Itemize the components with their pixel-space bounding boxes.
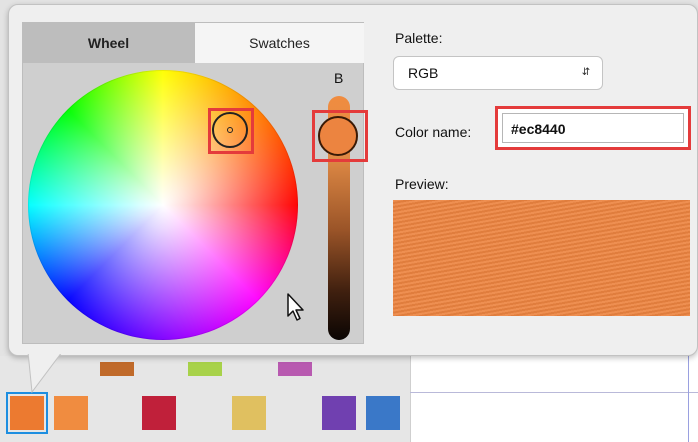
preview-label: Preview:	[395, 176, 449, 192]
brightness-thumb-highlight	[312, 110, 368, 162]
color-wheel[interactable]	[28, 70, 298, 340]
tab-wheel[interactable]: Wheel	[23, 23, 194, 63]
swatch-item[interactable]	[54, 396, 88, 430]
mouse-pointer-icon	[287, 293, 304, 321]
color-name-field-highlight: #ec8440	[495, 106, 691, 150]
brightness-label: B	[334, 70, 344, 86]
swatch-item[interactable]	[142, 396, 176, 430]
preview-swatch	[393, 200, 690, 316]
popover-arrow	[26, 352, 66, 394]
tab-swatches[interactable]: Swatches	[194, 23, 364, 63]
wheel-marker-highlight	[208, 108, 254, 154]
palette-select[interactable]: RGB ⇵	[393, 56, 603, 90]
swatch-item[interactable]	[232, 396, 266, 430]
chevron-updown-icon: ⇵	[581, 67, 591, 78]
palette-select-value: RGB	[408, 65, 439, 81]
swatch-item[interactable]	[188, 362, 222, 376]
color-name-input[interactable]: #ec8440	[502, 113, 684, 143]
palette-label: Palette:	[395, 30, 443, 46]
selected-swatch-ring	[6, 392, 48, 434]
swatch-item[interactable]	[322, 396, 356, 430]
color-name-label: Color name:	[395, 124, 472, 140]
swatch-item[interactable]	[366, 396, 400, 430]
swatch-item[interactable]	[100, 362, 134, 376]
swatch-item[interactable]	[278, 362, 312, 376]
document-guide-line	[410, 392, 698, 393]
